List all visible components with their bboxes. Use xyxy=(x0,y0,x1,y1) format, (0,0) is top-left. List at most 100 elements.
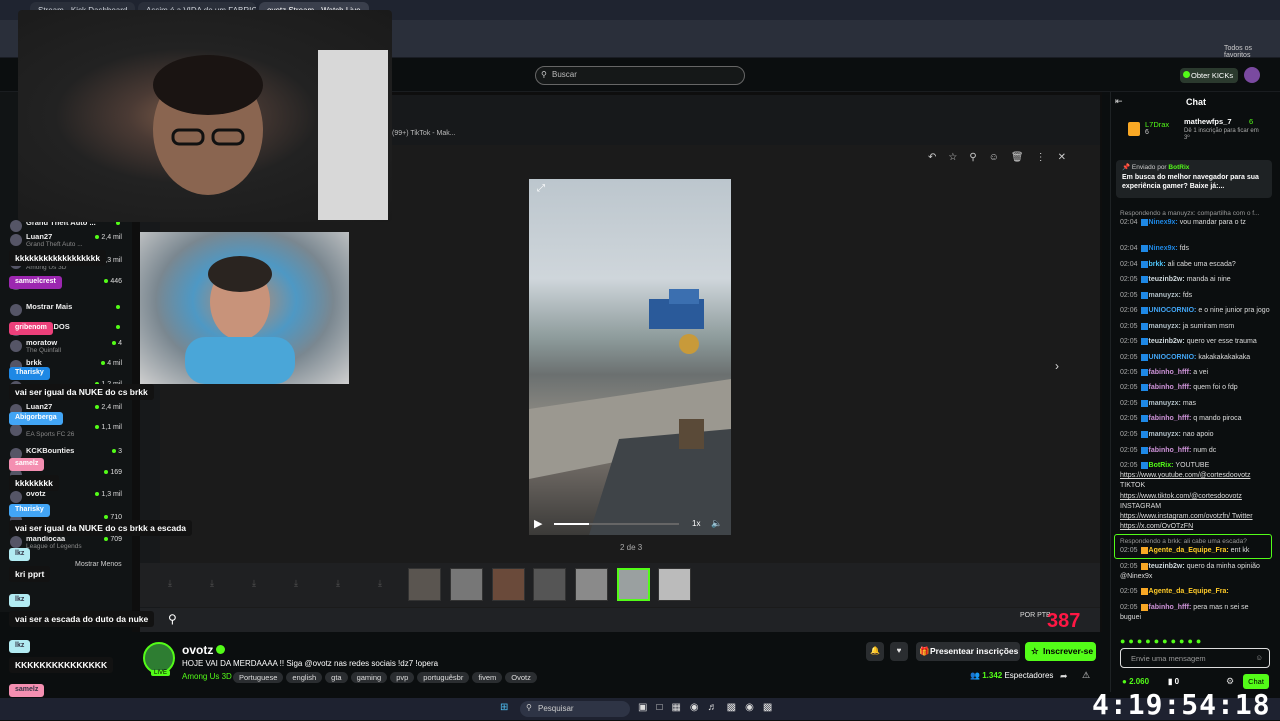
photo-thumbnail[interactable] xyxy=(658,568,691,601)
overlay-chat-message: vai ser igual da NUKE do cs brkk a escad… xyxy=(9,520,193,536)
chat-time: 02:05 xyxy=(1120,276,1138,283)
sidebar-channel-game: Grand Theft Auto ... xyxy=(26,241,83,248)
sidebar-channel[interactable]: EA Sports FC 26 1,1 mil xyxy=(8,422,126,444)
chat-username[interactable]: Ninex9x: xyxy=(1149,219,1178,226)
kick-coin-icon xyxy=(1183,71,1190,78)
chat-username[interactable]: teuzinb2w: xyxy=(1149,563,1185,570)
settings-icon[interactable]: ⚙ xyxy=(1226,676,1234,687)
video-progress-track[interactable] xyxy=(554,523,679,525)
download-icon[interactable]: ⤓ xyxy=(294,578,298,589)
chat-time: 02:05 xyxy=(1120,604,1138,611)
stream-category[interactable]: Among Us 3D xyxy=(182,672,232,681)
send-chat-button[interactable]: Chat xyxy=(1243,674,1269,689)
download-icon[interactable]: ⤓ xyxy=(210,578,214,589)
chat-username[interactable]: teuzinb2w: xyxy=(1149,276,1185,283)
pinned-message[interactable]: 📌 Enviado por BotRix Em busca do melhor … xyxy=(1116,160,1272,198)
chat-username[interactable]: fabinho_hfff: xyxy=(1149,604,1192,611)
photo-thumbnail[interactable] xyxy=(450,568,483,601)
search-input[interactable]: ⚲ Buscar xyxy=(535,66,745,85)
chat-username[interactable]: manuyzx: xyxy=(1149,431,1181,438)
chat-username[interactable]: fabinho_hfff: xyxy=(1149,415,1192,422)
stream-tag[interactable]: Portuguese xyxy=(233,672,284,683)
all-bookmarks-label[interactable]: Todos os favoritos xyxy=(1224,45,1280,59)
get-kicks-button[interactable]: Obter KICKs xyxy=(1180,68,1238,83)
gift-subs-button[interactable]: 🎁 Presentear inscrições xyxy=(916,642,1020,661)
sidebar-channel-name: Mostrar Mais xyxy=(26,302,73,311)
sidebar-channel-game: EA Sports FC 26 xyxy=(26,431,75,438)
show-less-link[interactable]: Mostrar Menos xyxy=(75,561,122,568)
chat-username[interactable]: fabinho_hfff: xyxy=(1149,447,1192,454)
points-balance[interactable]: ● 2.060 xyxy=(1122,677,1149,686)
reply-highlight xyxy=(1114,534,1272,559)
photo-thumbnail[interactable] xyxy=(575,568,608,601)
sidebar-channel[interactable]: moratow The Quinfall 4 xyxy=(8,338,126,360)
secondary-balance[interactable]: ▮ 0 xyxy=(1168,677,1179,686)
download-icon[interactable]: ⤓ xyxy=(336,578,340,589)
chat-input[interactable]: Envie uma mensagem ☺ xyxy=(1120,648,1270,668)
chat-username[interactable]: fabinho_hfff: xyxy=(1149,369,1192,376)
download-icon[interactable]: ⤓ xyxy=(252,578,256,589)
collapse-chat-icon[interactable]: ⇤ xyxy=(1115,96,1123,107)
report-icon[interactable]: ⚠ xyxy=(1082,670,1090,681)
chat-link[interactable]: https://www.tiktok.com/@cortesdoovotz xyxy=(1120,492,1270,502)
channel-name[interactable]: ovotz xyxy=(182,643,213,657)
sidebar-channel-viewers: 2,4 mil xyxy=(95,404,122,411)
chat-username[interactable]: BotRix: xyxy=(1149,462,1174,469)
pinned-user: BotRix xyxy=(1168,164,1190,171)
stream-tag[interactable]: Ovotz xyxy=(505,672,537,683)
windows-search-box[interactable]: ⚲ Pesquisar xyxy=(520,701,630,717)
user-avatar[interactable] xyxy=(1244,67,1260,83)
chat-link[interactable]: https://www.youtube.com/@cortesdoovotz xyxy=(1120,471,1270,481)
expand-icon[interactable]: ⤢ xyxy=(537,183,545,194)
viewer-toolbar[interactable]: ↶☆⚲☺🗑⋮✕ xyxy=(928,152,1088,163)
overlay-chat-username: gribenom xyxy=(9,322,53,335)
next-arrow-icon[interactable]: › xyxy=(1055,359,1059,373)
chat-username[interactable]: fabinho_hfff: xyxy=(1149,384,1192,391)
viewer-photo xyxy=(529,179,731,535)
sidebar-channel[interactable]: Mostrar Mais xyxy=(8,302,126,324)
chat-link[interactable]: https://www.instagram.com/ovotzfn/ Twitt… xyxy=(1120,512,1270,522)
chat-username[interactable]: manuyzx: xyxy=(1149,292,1181,299)
chat-username[interactable]: teuzinb2w: xyxy=(1149,338,1185,345)
sidebar-channel-viewers: 446 xyxy=(104,278,122,285)
chat-time: 02:05 xyxy=(1120,400,1138,407)
windows-start-icon[interactable]: ⊞ xyxy=(500,702,508,713)
bell-icon[interactable]: 🔔 xyxy=(866,642,884,661)
download-icon[interactable]: ⤓ xyxy=(378,578,382,589)
chat-username[interactable]: UNIOCORNIO: xyxy=(1149,354,1197,361)
live-dot-icon xyxy=(95,492,100,496)
photo-thumbnail[interactable] xyxy=(492,568,525,601)
volume-icon[interactable]: 🔈 xyxy=(711,518,722,529)
stream-tag[interactable]: gta xyxy=(325,672,348,683)
emote-bar[interactable]: ●●●●●●●●●● xyxy=(1120,636,1204,646)
windows-search-icon[interactable]: ⚲ xyxy=(168,612,177,626)
badge-icon xyxy=(1140,368,1148,376)
heart-icon[interactable]: ♥ xyxy=(890,642,908,661)
chat-username[interactable]: brkk: xyxy=(1149,261,1166,268)
download-icon[interactable]: ⤓ xyxy=(168,578,172,589)
chat-text: a vei xyxy=(1193,369,1209,376)
sidebar-channel-viewers: 1,3 mil xyxy=(95,491,122,498)
speed-label[interactable]: 1x xyxy=(692,519,700,528)
chat-username[interactable]: Agente_da_Equipe_Fra: xyxy=(1149,588,1229,595)
chat-link[interactable]: https://x.com/OvOTzFN xyxy=(1120,522,1270,532)
taskbar-apps[interactable]: ▣□▦◉♬▩◉▩ xyxy=(638,702,781,713)
play-icon[interactable]: ▶ xyxy=(534,517,542,530)
stream-tag[interactable]: portuguêsbr xyxy=(417,672,470,683)
photo-thumbnail[interactable] xyxy=(533,568,566,601)
share-icon[interactable]: ➦ xyxy=(1060,671,1068,682)
chat-username[interactable]: manuyzx: xyxy=(1149,323,1181,330)
photo-thumbnail[interactable] xyxy=(617,568,650,601)
badge-icon xyxy=(1140,306,1148,314)
emoji-icon[interactable]: ☺ xyxy=(1255,653,1263,662)
subscribe-button[interactable]: ☆ Inscrever-se xyxy=(1025,642,1096,661)
stream-tag[interactable]: pvp xyxy=(390,672,415,683)
stream-tag[interactable]: english xyxy=(286,672,323,683)
chat-username[interactable]: manuyzx: xyxy=(1149,400,1181,407)
overlay-chat-message: kri pprt xyxy=(9,566,51,582)
stream-tag[interactable]: gaming xyxy=(350,672,388,683)
chat-username[interactable]: Ninex9x: xyxy=(1149,245,1178,252)
stream-tag[interactable]: fivem xyxy=(472,672,503,683)
photo-thumbnail[interactable] xyxy=(408,568,441,601)
chat-username[interactable]: UNIOCORNIO: xyxy=(1149,307,1197,314)
